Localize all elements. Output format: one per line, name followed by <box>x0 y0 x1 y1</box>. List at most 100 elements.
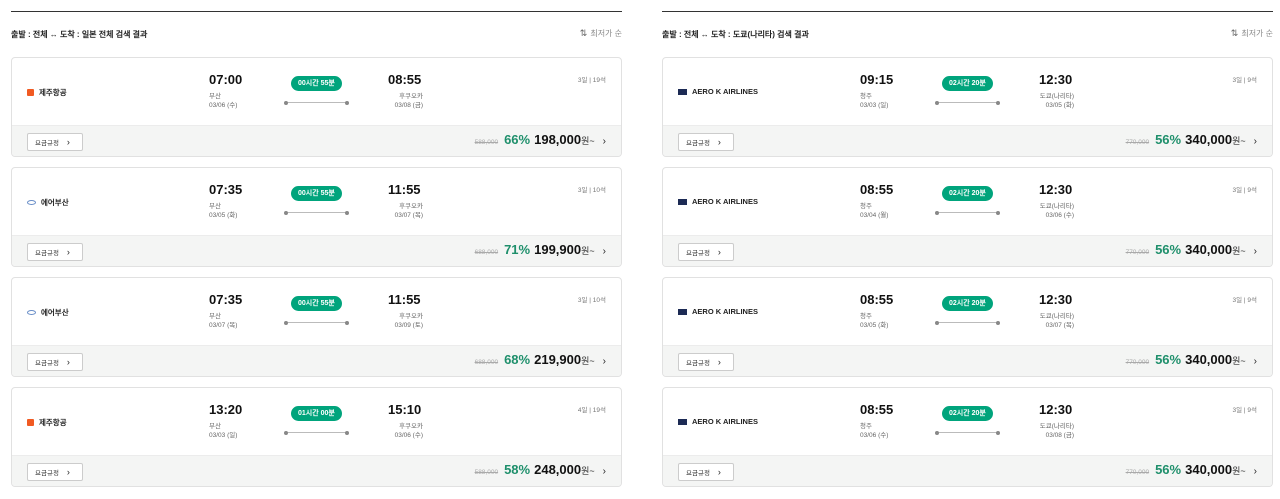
chevron-right-icon: › <box>717 467 721 477</box>
price-link[interactable]: 770,000 56% 340,000 원~ › <box>1126 462 1257 477</box>
seats-info: 3일 | 9석 <box>1232 297 1258 304</box>
flight-card[interactable]: 제주항공 07:00 부산 03/06 (수) 00시간 55분 08:55 후… <box>11 57 622 157</box>
fare-rules-button[interactable]: 요금규정 › <box>678 243 734 261</box>
flight-info: 에어부산 07:35 부산 03/05 (화) 00시간 55분 11:55 후… <box>12 168 621 235</box>
price-link[interactable]: 588,000 58% 248,000 원~ › <box>475 462 606 477</box>
route-start-dot <box>935 320 939 325</box>
route-line <box>284 430 349 435</box>
route-end-dot <box>345 430 349 435</box>
price-bar: 요금규정 › 770,000 56% 340,000 원~ › <box>663 235 1272 266</box>
results-header: 출발 : 전체 ↔ 도착 : 일본 전체 검색 결과 ⇅ 최저가 순 <box>11 28 622 41</box>
chevron-right-icon: › <box>602 136 606 147</box>
flight-card[interactable]: 에어부산 07:35 부산 03/07 (목) 00시간 55분 11:55 후… <box>11 277 622 377</box>
departure-info: 청주 03/04 (월) <box>860 202 888 220</box>
price-link[interactable]: 588,000 66% 198,000 원~ › <box>475 132 606 147</box>
flight-card[interactable]: AERO K AIRLINES 08:55 청주 03/05 (화) 02시간 … <box>662 277 1273 377</box>
route-line <box>935 100 1000 105</box>
sort-icon: ⇅ <box>1230 28 1239 38</box>
chevron-right-icon: › <box>66 357 70 367</box>
departure-city: 청주 <box>860 203 872 210</box>
price-link[interactable]: 770,000 56% 340,000 원~ › <box>1126 352 1257 367</box>
route-end-dot <box>996 100 1000 105</box>
fare-rules-label: 요금규정 <box>35 470 59 477</box>
flight-card[interactable]: 에어부산 07:35 부산 03/05 (화) 00시간 55분 11:55 후… <box>11 167 622 267</box>
flight-info: AERO K AIRLINES 08:55 청주 03/05 (화) 02시간 … <box>663 278 1272 345</box>
route-start-dot <box>284 210 288 215</box>
arrival-city: 후쿠오카 <box>399 423 423 430</box>
price-link[interactable]: 688,000 71% 199,900 원~ › <box>475 242 606 257</box>
flight-info: 제주항공 13:20 부산 03/03 (일) 01시간 00분 15:10 후… <box>12 388 621 455</box>
arrival-info: 후쿠오카 03/08 (금) <box>395 92 423 110</box>
arrival-info: 후쿠오카 03/07 (목) <box>395 202 423 220</box>
fare-rules-label: 요금규정 <box>686 140 710 147</box>
seats-info: 3일 | 19석 <box>577 77 606 84</box>
seats-info: 4일 | 19석 <box>577 407 606 414</box>
price-bar: 요금규정 › 588,000 58% 248,000 원~ › <box>12 455 621 486</box>
arrival-city: 도쿄(나리타) <box>1039 203 1074 210</box>
flight-info: AERO K AIRLINES 09:15 청주 03/03 (일) 02시간 … <box>663 58 1272 125</box>
price-unit: 원~ <box>581 356 595 366</box>
fare-rules-button[interactable]: 요금규정 › <box>27 243 83 261</box>
discount-rate: 56% <box>1155 242 1182 257</box>
departure-time: 08:55 <box>860 292 894 307</box>
arrival-date: 03/05 (화) <box>1045 102 1074 109</box>
airline-name: AERO K AIRLINES <box>692 307 758 316</box>
arrival-info: 도쿄(나리타) 03/05 (화) <box>1040 92 1074 110</box>
fare-rules-button[interactable]: 요금규정 › <box>27 133 83 151</box>
original-price: 588,000 <box>474 139 499 146</box>
arrival-time: 12:30 <box>1039 72 1073 87</box>
flight-info: AERO K AIRLINES 08:55 청주 03/06 (수) 02시간 … <box>663 388 1272 455</box>
price-link[interactable]: 770,000 56% 340,000 원~ › <box>1126 132 1257 147</box>
original-price: 770,000 <box>1125 249 1150 256</box>
route-line <box>935 210 1000 215</box>
flight-card[interactable]: AERO K AIRLINES 08:55 청주 03/04 (월) 02시간 … <box>662 167 1273 267</box>
price-link[interactable]: 770,000 56% 340,000 원~ › <box>1126 242 1257 257</box>
fare-rules-button[interactable]: 요금규정 › <box>678 133 734 151</box>
fare-rules-label: 요금규정 <box>686 360 710 367</box>
departure-time: 08:55 <box>860 402 894 417</box>
sale-price: 340,000 <box>1185 352 1233 367</box>
seats-info: 3일 | 9석 <box>1232 77 1258 84</box>
price-link[interactable]: 688,000 68% 219,900 원~ › <box>475 352 606 367</box>
sale-price: 198,000 <box>534 132 582 147</box>
aero-k-logo <box>678 418 687 425</box>
chevron-right-icon: › <box>1253 356 1257 367</box>
route-line <box>284 320 349 325</box>
original-price: 770,000 <box>1125 139 1150 146</box>
duration-badge: 01시간 00분 <box>291 406 342 421</box>
sort-button[interactable]: ⇅ 최저가 순 <box>580 28 622 39</box>
chevron-right-icon: › <box>66 137 70 147</box>
departure-time: 07:35 <box>209 182 243 197</box>
seats-info: 3일 | 10석 <box>577 297 606 304</box>
flight-card[interactable]: AERO K AIRLINES 08:55 청주 03/06 (수) 02시간 … <box>662 387 1273 487</box>
arrival-date: 03/08 (금) <box>1045 432 1074 439</box>
seats-info: 3일 | 10석 <box>577 187 606 194</box>
discount-rate: 56% <box>1155 132 1182 147</box>
chevron-right-icon: › <box>66 467 70 477</box>
fare-rules-button[interactable]: 요금규정 › <box>678 353 734 371</box>
departure-time: 07:00 <box>209 72 243 87</box>
chevron-right-icon: › <box>602 246 606 257</box>
arrival-city: 도쿄(나리타) <box>1039 93 1074 100</box>
arrival-info: 후쿠오카 03/09 (토) <box>395 312 423 330</box>
sort-button[interactable]: ⇅ 최저가 순 <box>1231 28 1273 39</box>
jeju-air-logo <box>27 89 34 96</box>
departure-date: 03/03 (일) <box>860 102 889 109</box>
duration-badge: 00시간 55분 <box>291 186 342 201</box>
fare-rules-button[interactable]: 요금규정 › <box>678 463 734 481</box>
flight-card[interactable]: 제주항공 13:20 부산 03/03 (일) 01시간 00분 15:10 후… <box>11 387 622 487</box>
sale-price: 248,000 <box>534 462 582 477</box>
arrival-time: 11:55 <box>388 292 421 307</box>
original-price: 588,000 <box>474 469 499 476</box>
departure-date: 03/07 (목) <box>209 322 238 329</box>
results-panel-japan: 출발 : 전체 ↔ 도착 : 일본 전체 검색 결과 ⇅ 최저가 순 제주항공 0… <box>11 0 622 499</box>
fare-rules-button[interactable]: 요금규정 › <box>27 463 83 481</box>
air-busan-logo <box>27 310 36 315</box>
arrival-info: 도쿄(나리타) 03/08 (금) <box>1040 422 1074 440</box>
fare-rules-label: 요금규정 <box>35 360 59 367</box>
fare-rules-button[interactable]: 요금규정 › <box>27 353 83 371</box>
arrival-info: 도쿄(나리타) 03/06 (수) <box>1040 202 1074 220</box>
flight-card[interactable]: AERO K AIRLINES 09:15 청주 03/03 (일) 02시간 … <box>662 57 1273 157</box>
airline: AERO K AIRLINES <box>678 197 758 206</box>
route-start-dot <box>935 210 939 215</box>
